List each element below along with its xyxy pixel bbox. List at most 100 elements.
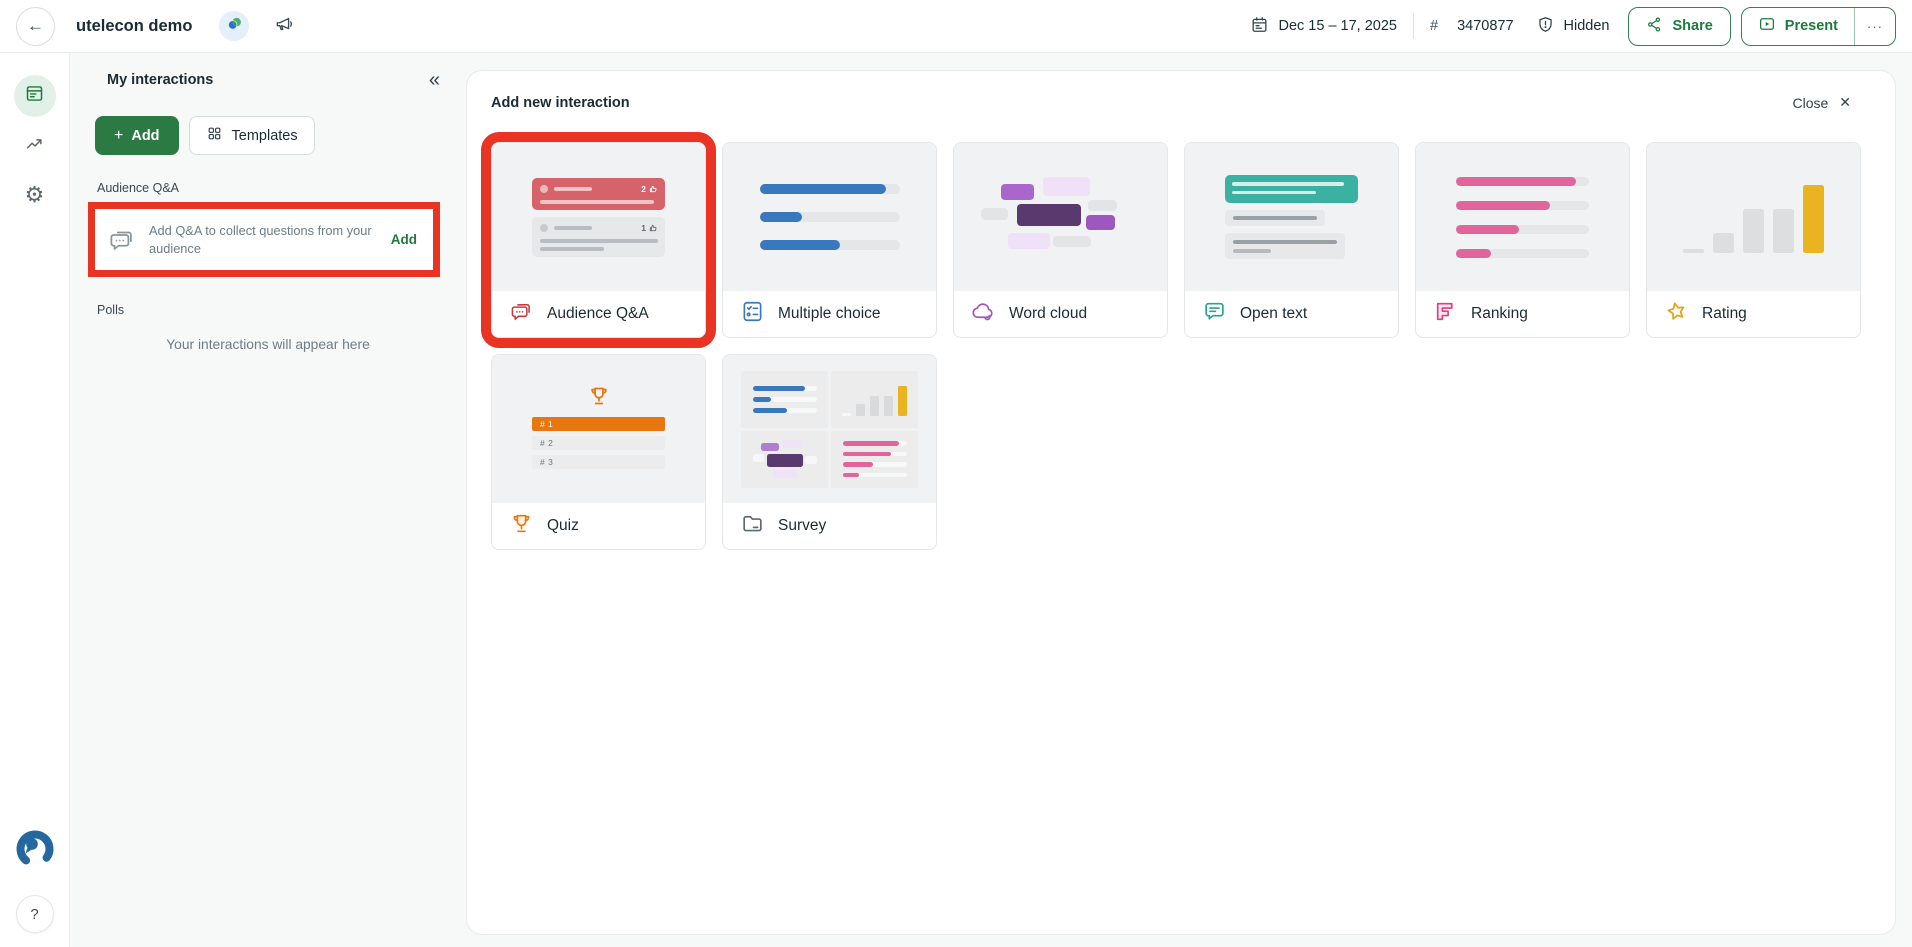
card-open-text[interactable]: Open text (1184, 142, 1399, 338)
slido-logo (14, 828, 56, 875)
share-button-label: Share (1672, 18, 1712, 34)
templates-button[interactable]: Templates (189, 116, 315, 155)
card-footer: Open text (1185, 291, 1398, 337)
ranking-pink-icon (1433, 299, 1458, 329)
qa-votes-top: 2 (641, 184, 646, 194)
sidebar-title: My interactions (107, 72, 213, 88)
present-button[interactable]: Present (1742, 8, 1854, 45)
webex-logo-icon (226, 15, 243, 37)
card-label: Ranking (1471, 305, 1528, 323)
panel-header: Add new interaction Close ✕ (491, 95, 1871, 111)
sidebar-actions: + Add Templates (95, 116, 466, 155)
card-footer: Rating (1647, 291, 1860, 337)
presentation-icon (24, 83, 45, 109)
card-word-cloud[interactable]: Word cloud (953, 142, 1168, 338)
card-label: Multiple choice (778, 305, 881, 323)
card-footer: Audience Q&A (492, 291, 705, 337)
share-nodes-icon (1646, 16, 1663, 37)
share-button[interactable]: Share (1628, 7, 1730, 46)
qa-suggestion-text: Add Q&A to collect questions from your a… (149, 222, 383, 258)
add-button-label: Add (131, 128, 159, 144)
interaction-cards-grid: 2 1 (491, 142, 1871, 550)
webex-integration-button[interactable] (219, 11, 249, 41)
chat-bubbles-red-icon (509, 299, 534, 329)
add-interaction-button[interactable]: + Add (95, 116, 179, 155)
present-button-group: Present ··· (1741, 7, 1896, 46)
card-rating-thumbnail (1647, 143, 1860, 291)
card-audience-qa-thumbnail: 2 1 (492, 143, 705, 291)
sidebar-header: My interactions « (107, 70, 440, 90)
card-multiple-choice[interactable]: Multiple choice (722, 142, 937, 338)
shield-alert-icon (1536, 15, 1555, 38)
rail-item-settings[interactable]: ⚙ (14, 175, 56, 217)
back-button[interactable]: ← (16, 7, 55, 46)
card-quiz-thumbnail: # 1 # 2 # 3 (492, 355, 705, 503)
star-yellow-icon (1664, 299, 1689, 329)
qa-votes-bottom: 1 (641, 223, 646, 233)
rail-item-interactions[interactable] (14, 75, 56, 117)
card-label: Open text (1240, 305, 1307, 323)
card-label: Audience Q&A (547, 305, 649, 323)
card-multiple-choice-thumbnail (723, 143, 936, 291)
cloud-purple-icon (971, 299, 996, 329)
panel-title: Add new interaction (491, 95, 630, 111)
card-rating[interactable]: Rating (1646, 142, 1861, 338)
card-survey[interactable]: Survey (722, 354, 937, 550)
card-footer: Multiple choice (723, 291, 936, 337)
polls-section-label: Polls (97, 303, 466, 317)
qa-section-label: Audience Q&A (97, 181, 466, 195)
question-mark-icon: ? (30, 906, 38, 923)
event-dates-label: Dec 15 – 17, 2025 (1278, 18, 1397, 34)
card-ranking-thumbnail (1416, 143, 1629, 291)
announcement-button[interactable] (274, 14, 294, 39)
trend-up-icon (24, 133, 45, 159)
plus-icon: + (114, 127, 123, 145)
card-label: Quiz (547, 517, 579, 535)
trophy-glyph (587, 384, 611, 408)
qa-suggestion-card[interactable]: Add Q&A to collect questions from your a… (95, 209, 433, 270)
trophy-orange-icon (509, 511, 534, 541)
quiz-rank-row: # 2 (532, 436, 665, 450)
present-button-label: Present (1785, 18, 1838, 34)
event-dates[interactable]: Dec 15 – 17, 2025 (1250, 15, 1397, 38)
help-button[interactable]: ? (16, 895, 54, 933)
card-label: Survey (778, 517, 826, 535)
calendar-icon (1250, 15, 1269, 38)
card-footer: Survey (723, 503, 936, 549)
rail-item-analytics[interactable] (14, 125, 56, 167)
hash-sign: # (1430, 18, 1438, 34)
event-code[interactable]: # 3470877 (1430, 18, 1514, 34)
topbar-right-group: Dec 15 – 17, 2025 # 3470877 Hidden Share (1250, 7, 1896, 46)
qa-highlight-box: Add Q&A to collect questions from your a… (88, 202, 440, 277)
ellipsis-icon: ··· (1867, 19, 1883, 34)
gear-icon: ⚙ (25, 185, 45, 207)
collapse-panel-icon[interactable]: « (429, 70, 440, 90)
card-word-cloud-thumbnail (954, 143, 1167, 291)
close-panel-button[interactable]: Close ✕ (1792, 95, 1851, 111)
templates-button-label: Templates (232, 128, 298, 144)
card-label: Word cloud (1009, 305, 1087, 323)
qa-add-link[interactable]: Add (391, 232, 417, 247)
privacy-status-label: Hidden (1564, 18, 1610, 34)
card-label: Rating (1702, 305, 1747, 323)
quiz-rank-row: # 3 (532, 455, 665, 469)
back-arrow-icon: ← (27, 16, 44, 36)
quiz-rank-row: # 1 (532, 417, 665, 431)
card-audience-qa[interactable]: 2 1 (491, 142, 706, 338)
present-play-icon (1758, 15, 1776, 37)
top-bar: ← utelecon demo Dec 15 – 17, 2025 # 3470… (0, 0, 1912, 53)
card-quiz[interactable]: # 1 # 2 # 3 Quiz (491, 354, 706, 550)
privacy-status[interactable]: Hidden (1536, 15, 1610, 38)
add-interaction-panel: Add new interaction Close ✕ 2 (466, 70, 1896, 935)
empty-interactions-message: Your interactions will appear here (70, 337, 466, 352)
card-ranking[interactable]: Ranking (1415, 142, 1630, 338)
my-interactions-panel: My interactions « + Add Templates Audien… (70, 53, 466, 947)
megaphone-icon (274, 14, 294, 39)
present-more-button[interactable]: ··· (1854, 8, 1895, 45)
card-footer: Quiz (492, 503, 705, 549)
speech-bubble-teal-icon (1202, 299, 1227, 329)
close-icon: ✕ (1839, 95, 1851, 111)
card-survey-thumbnail (723, 355, 936, 503)
event-code-number: 3470877 (1457, 18, 1513, 34)
card-footer: Ranking (1416, 291, 1629, 337)
